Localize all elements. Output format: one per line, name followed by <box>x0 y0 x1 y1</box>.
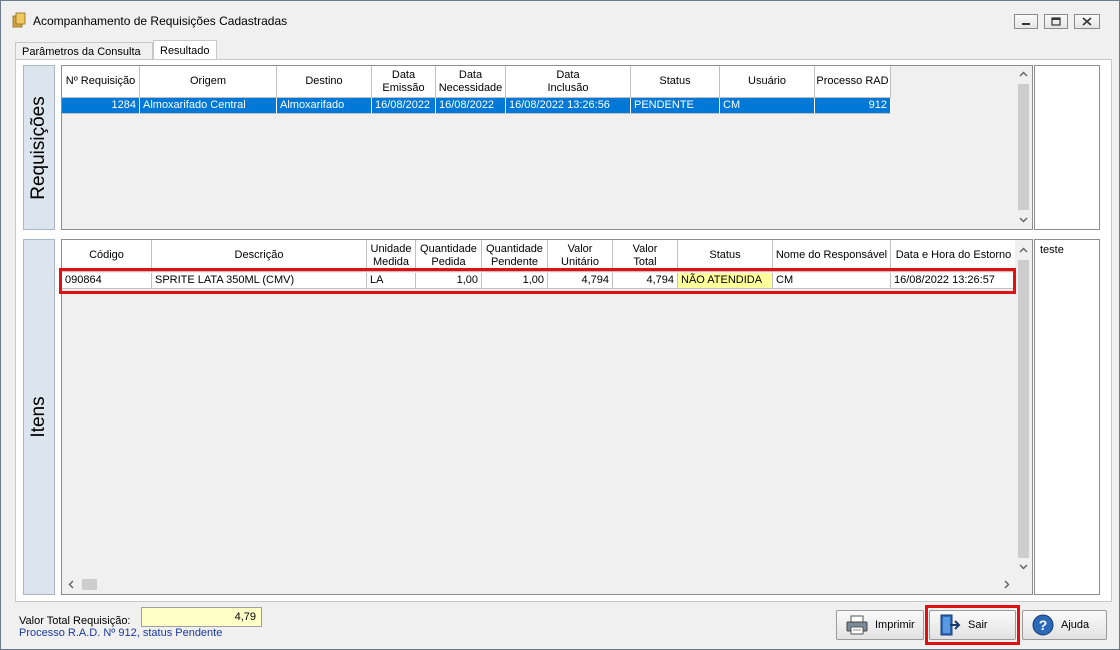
memo-text[interactable]: teste <box>1040 244 1064 256</box>
imprimir-button[interactable]: Imprimir <box>836 610 924 640</box>
cell-data-hora-estorno[interactable]: 16/08/2022 13:26:57 <box>891 273 1017 289</box>
cell-data-necessidade[interactable]: 16/08/2022 <box>436 98 506 114</box>
itens-horizontal-scrollbar[interactable] <box>62 576 1015 593</box>
col-header-quantidade-pedida[interactable]: Quantidade Pedida <box>416 240 482 272</box>
col-header-nome-responsavel[interactable]: Nome do Responsável <box>773 240 891 272</box>
main-window: Acompanhamento de Requisições Cadastrada… <box>0 0 1120 650</box>
exit-door-icon <box>940 614 961 636</box>
itens-vertical-scrollbar[interactable] <box>1015 240 1032 576</box>
scroll-thumb[interactable] <box>1018 84 1029 210</box>
requisicoes-notes-memo[interactable] <box>1034 65 1100 230</box>
col-header-codigo[interactable]: Código <box>62 240 152 272</box>
scroll-down-icon[interactable] <box>1019 564 1028 570</box>
col-header-valor-unitario[interactable]: Valor Unitário <box>548 240 613 272</box>
scroll-left-icon[interactable] <box>68 580 74 589</box>
requisicoes-side-label: Requisições <box>23 65 55 230</box>
col-header-num-requisicao[interactable]: Nº Requisição <box>62 66 140 98</box>
itens-notes-memo[interactable]: teste <box>1034 239 1100 595</box>
minimize-icon <box>1022 23 1030 25</box>
cell-processo-rad[interactable]: 912 <box>815 98 891 114</box>
cell-descricao[interactable]: SPRITE LATA 350ML (CMV) <box>152 273 367 289</box>
col-header-data-necessidade[interactable]: Data Necessidade <box>436 66 506 98</box>
imprimir-label: Imprimir <box>875 619 915 631</box>
itens-title: Itens <box>28 396 49 438</box>
maximize-icon <box>1051 17 1061 26</box>
minimize-button[interactable] <box>1014 14 1038 29</box>
ajuda-button[interactable]: ? Ajuda <box>1022 610 1107 640</box>
cell-data-inclusao[interactable]: 16/08/2022 13:26:56 <box>506 98 631 114</box>
col-header-data-inclusao[interactable]: Data Inclusão <box>506 66 631 98</box>
col-header-descricao[interactable]: Descrição <box>152 240 367 272</box>
cell-codigo[interactable]: 090864 <box>62 273 152 289</box>
col-header-usuario[interactable]: Usuário <box>720 66 815 98</box>
scroll-thumb[interactable] <box>1018 260 1029 558</box>
svg-text:?: ? <box>1039 617 1048 633</box>
valor-total-label: Valor Total Requisição: <box>19 615 131 627</box>
itens-grid[interactable]: Código Descrição Unidade Medida Quantida… <box>61 239 1033 595</box>
scroll-thumb[interactable] <box>82 579 97 590</box>
cell-valor-unitario[interactable]: 4,794 <box>548 273 613 289</box>
cell-data-emissao[interactable]: 16/08/2022 <box>372 98 436 114</box>
ajuda-label: Ajuda <box>1061 619 1090 631</box>
col-header-destino[interactable]: Destino <box>277 66 372 98</box>
cell-status[interactable]: PENDENTE <box>631 98 720 114</box>
close-button[interactable] <box>1074 14 1100 29</box>
col-header-data-emissao[interactable]: Data Emissão <box>372 66 436 98</box>
help-icon: ? <box>1032 614 1054 636</box>
requisicoes-grid[interactable]: Nº Requisição Origem Destino Data Emissã… <box>61 65 1033 230</box>
requisicoes-title: Requisições <box>28 95 49 200</box>
close-icon <box>1082 17 1092 26</box>
tab-parametros[interactable]: Parâmetros da Consulta <box>15 42 153 60</box>
scroll-up-icon[interactable] <box>1019 247 1028 253</box>
requisicoes-vertical-scrollbar[interactable] <box>1015 66 1032 229</box>
col-header-status[interactable]: Status <box>678 240 773 272</box>
title-bar[interactable]: Acompanhamento de Requisições Cadastrada… <box>1 1 1119 37</box>
maximize-button[interactable] <box>1044 14 1068 29</box>
itens-side-label: Itens <box>23 239 55 595</box>
valor-total-field: 4,79 <box>141 607 262 627</box>
col-header-status[interactable]: Status <box>631 66 720 98</box>
status-text: Processo R.A.D. Nº 912, status Pendente <box>19 627 223 639</box>
col-header-processo-rad[interactable]: Processo RAD <box>815 66 891 98</box>
window-title: Acompanhamento de Requisições Cadastrada… <box>33 14 288 28</box>
col-header-valor-total[interactable]: Valor Total <box>613 240 678 272</box>
cell-origem[interactable]: Almoxarifado Central <box>140 98 277 114</box>
cell-status[interactable]: NÃO ATENDIDA <box>678 273 773 289</box>
cell-num-requisicao[interactable]: 1284 <box>62 98 140 114</box>
printer-icon <box>846 615 868 635</box>
cell-usuario[interactable]: CM <box>720 98 815 114</box>
app-icon <box>12 12 26 28</box>
col-header-unidade-medida[interactable]: Unidade Medida <box>367 240 416 272</box>
cell-unidade-medida[interactable]: LA <box>367 273 416 289</box>
cell-quantidade-pendente[interactable]: 1,00 <box>482 273 548 289</box>
cell-quantidade-pedida[interactable]: 1,00 <box>416 273 482 289</box>
cell-nome-responsavel[interactable]: CM <box>773 273 891 289</box>
col-header-origem[interactable]: Origem <box>140 66 277 98</box>
sair-button[interactable]: Sair <box>929 610 1016 640</box>
scroll-right-icon[interactable] <box>1004 580 1010 589</box>
tab-resultado[interactable]: Resultado <box>153 40 217 60</box>
cell-destino[interactable]: Almoxarifado <box>277 98 372 114</box>
col-header-data-hora-estorno[interactable]: Data e Hora do Estorno <box>891 240 1017 272</box>
cell-valor-total[interactable]: 4,794 <box>613 273 678 289</box>
scroll-down-icon[interactable] <box>1019 217 1028 223</box>
col-header-quantidade-pendente[interactable]: Quantidade Pendente <box>482 240 548 272</box>
scroll-up-icon[interactable] <box>1019 71 1028 77</box>
sair-label: Sair <box>968 619 988 631</box>
